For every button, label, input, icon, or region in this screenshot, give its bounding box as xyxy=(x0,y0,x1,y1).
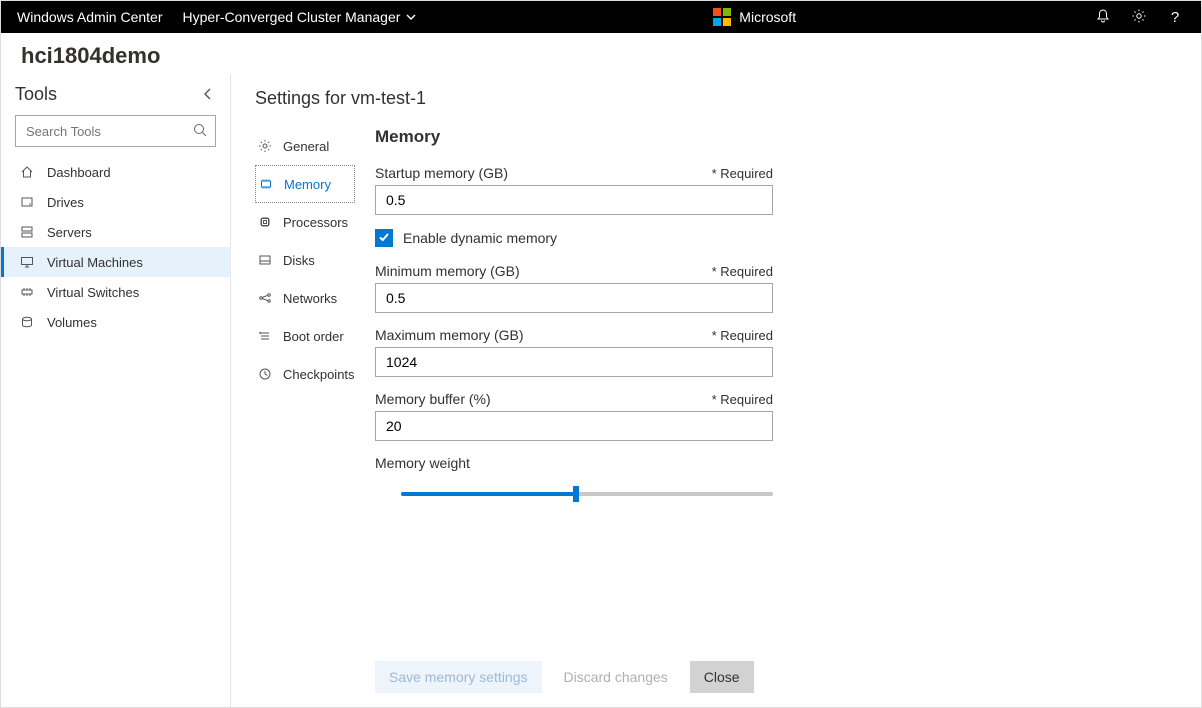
settings-nav-checkpoints[interactable]: Checkpoints xyxy=(255,355,355,393)
server-icon xyxy=(19,224,35,240)
home-icon xyxy=(19,164,35,180)
checkmark-icon xyxy=(378,230,390,246)
content-area: Settings for vm-test-1 General Memory Pr… xyxy=(231,74,1201,707)
minimum-memory-input[interactable] xyxy=(375,283,773,313)
notifications-button[interactable] xyxy=(1093,7,1113,27)
processor-icon xyxy=(257,214,273,230)
settings-nav-label: General xyxy=(283,139,329,154)
chevron-down-icon xyxy=(400,9,416,25)
cluster-name: hci1804demo xyxy=(21,43,1181,69)
cluster-header: hci1804demo xyxy=(1,33,1201,74)
settings-nav-label: Networks xyxy=(283,291,337,306)
maximum-memory-input[interactable] xyxy=(375,347,773,377)
drive-icon xyxy=(19,194,35,210)
slider-track-fill xyxy=(401,492,576,496)
memory-weight-slider[interactable] xyxy=(375,483,773,507)
brand: Windows Admin Center xyxy=(17,9,163,25)
enable-dynamic-memory-label: Enable dynamic memory xyxy=(403,230,557,246)
settings-button[interactable] xyxy=(1129,7,1149,27)
tools-title: Tools xyxy=(15,84,57,105)
microsoft-text: Microsoft xyxy=(739,9,796,25)
settings-nav-memory[interactable]: Memory xyxy=(255,165,355,203)
search-icon xyxy=(192,122,208,141)
gear-icon xyxy=(1131,8,1147,27)
enable-dynamic-memory-checkbox[interactable] xyxy=(375,229,393,247)
save-button[interactable]: Save memory settings xyxy=(375,661,542,693)
help-icon: ? xyxy=(1171,9,1179,26)
sidebar-item-drives[interactable]: Drives xyxy=(1,187,230,217)
settings-nav: General Memory Processors Disks Networks xyxy=(255,127,355,631)
settings-nav-networks[interactable]: Networks xyxy=(255,279,355,317)
footer-buttons: Save memory settings Discard changes Clo… xyxy=(375,631,1171,693)
sidebar-item-volumes[interactable]: Volumes xyxy=(1,307,230,337)
memory-icon xyxy=(258,176,274,192)
memory-buffer-input[interactable] xyxy=(375,411,773,441)
minimum-memory-label: Minimum memory (GB) xyxy=(375,263,520,279)
required-indicator: * Required xyxy=(712,264,773,279)
close-button[interactable]: Close xyxy=(690,661,754,693)
required-indicator: * Required xyxy=(712,166,773,181)
required-indicator: * Required xyxy=(712,392,773,407)
vm-icon xyxy=(19,254,35,270)
sidebar-item-dashboard[interactable]: Dashboard xyxy=(1,157,230,187)
sidebar-item-label: Virtual Machines xyxy=(47,255,143,270)
settings-nav-label: Processors xyxy=(283,215,348,230)
volume-icon xyxy=(19,314,35,330)
slider-thumb[interactable] xyxy=(573,486,579,502)
context-label: Hyper-Converged Cluster Manager xyxy=(183,9,401,25)
sidebar-item-virtual-switches[interactable]: Virtual Switches xyxy=(1,277,230,307)
settings-nav-label: Disks xyxy=(283,253,315,268)
disk-icon xyxy=(257,252,273,268)
settings-nav-boot-order[interactable]: Boot order xyxy=(255,317,355,355)
context-selector[interactable]: Hyper-Converged Cluster Manager xyxy=(183,9,417,25)
network-icon xyxy=(257,290,273,306)
sidebar-item-virtual-machines[interactable]: Virtual Machines xyxy=(1,247,230,277)
top-bar: Windows Admin Center Hyper-Converged Clu… xyxy=(1,1,1201,33)
settings-nav-disks[interactable]: Disks xyxy=(255,241,355,279)
settings-nav-label: Checkpoints xyxy=(283,367,355,382)
sidebar: Tools Dashboard Drives Servers xyxy=(1,74,231,707)
settings-nav-processors[interactable]: Processors xyxy=(255,203,355,241)
settings-nav-general[interactable]: General xyxy=(255,127,355,165)
sidebar-item-label: Volumes xyxy=(47,315,97,330)
startup-memory-label: Startup memory (GB) xyxy=(375,165,508,181)
gear-icon xyxy=(257,138,273,154)
sidebar-item-servers[interactable]: Servers xyxy=(1,217,230,247)
microsoft-logo: Microsoft xyxy=(713,8,796,26)
sidebar-item-label: Servers xyxy=(47,225,92,240)
sidebar-item-label: Drives xyxy=(47,195,84,210)
help-button[interactable]: ? xyxy=(1165,7,1185,27)
bell-icon xyxy=(1095,8,1111,27)
page-title: Settings for vm-test-1 xyxy=(255,88,1171,109)
required-indicator: * Required xyxy=(712,328,773,343)
memory-buffer-label: Memory buffer (%) xyxy=(375,391,491,407)
collapse-sidebar-button[interactable] xyxy=(202,87,214,103)
settings-nav-label: Boot order xyxy=(283,329,344,344)
checkpoint-icon xyxy=(257,366,273,382)
switch-icon xyxy=(19,284,35,300)
settings-nav-label: Memory xyxy=(284,177,331,192)
memory-weight-label: Memory weight xyxy=(375,455,470,471)
sidebar-item-label: Virtual Switches xyxy=(47,285,139,300)
topbar-center: Microsoft xyxy=(416,8,1093,26)
boot-order-icon xyxy=(257,328,273,344)
sidebar-item-label: Dashboard xyxy=(47,165,111,180)
maximum-memory-label: Maximum memory (GB) xyxy=(375,327,524,343)
memory-form: Memory Startup memory (GB) * Required En… xyxy=(375,127,773,631)
startup-memory-input[interactable] xyxy=(375,185,773,215)
discard-button[interactable]: Discard changes xyxy=(550,661,682,693)
search-tools-input[interactable] xyxy=(15,115,216,147)
section-title: Memory xyxy=(375,127,773,147)
